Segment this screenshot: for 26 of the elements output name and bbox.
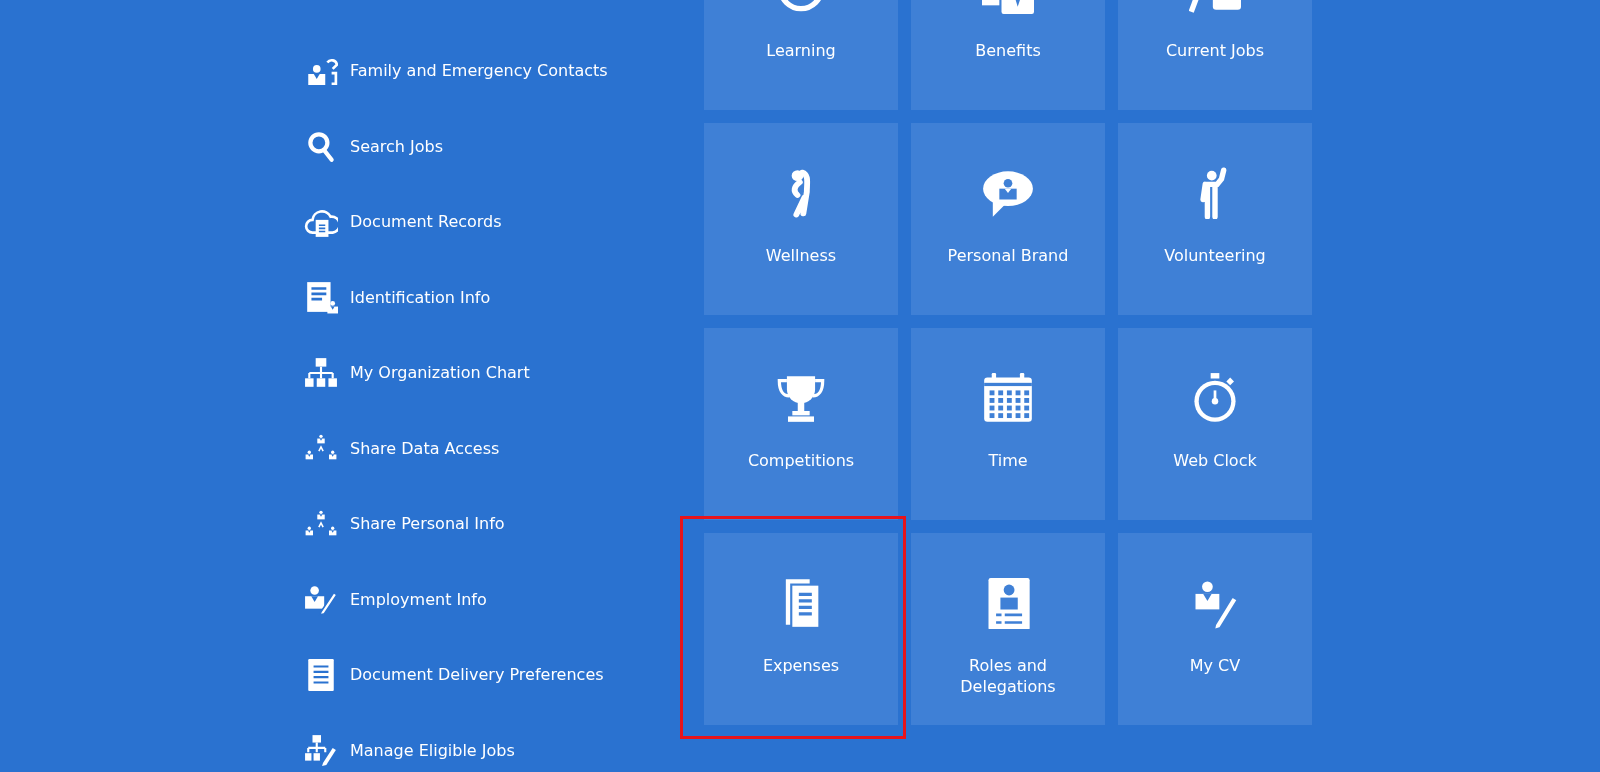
org-chart-pencil-icon [304, 733, 338, 768]
menu-link[interactable]: Identification Info [350, 287, 491, 307]
menu-link[interactable]: Share Data Access [350, 438, 500, 458]
menu-link[interactable]: Family and Emergency Contacts [350, 61, 608, 81]
menu-link[interactable]: Manage Eligible Jobs [350, 740, 515, 760]
app-tile[interactable]: Roles and Delegations [911, 533, 1105, 725]
menu-link[interactable]: Document Delivery Preferences [350, 665, 604, 685]
menu-link[interactable]: My Organization Chart [350, 363, 530, 383]
id-document-icon [304, 280, 338, 315]
app-tile[interactable]: Current Jobs [1118, 0, 1312, 110]
app-tile[interactable]: My CV [1118, 533, 1312, 725]
app-tile[interactable]: Competitions [704, 328, 898, 520]
menu-link[interactable]: Document Records [350, 212, 502, 232]
app-tile[interactable]: Wellness [704, 123, 898, 315]
menu-link[interactable]: Share Personal Info [350, 514, 505, 534]
menu-link[interactable]: Search Jobs [350, 136, 444, 156]
app-tile[interactable]: Volunteering [1118, 123, 1312, 315]
app-tile[interactable]: Time [911, 328, 1105, 520]
app-tile[interactable]: Personal Brand [911, 123, 1105, 315]
org-chart-icon [304, 355, 338, 390]
app-tile[interactable]: Expenses [704, 533, 898, 725]
calendar-icon [982, 372, 1034, 424]
app-tile[interactable]: Web Clock [1118, 328, 1312, 520]
menu-link[interactable]: Employment Info [350, 589, 487, 609]
app-tile[interactable]: Benefits [911, 0, 1105, 110]
app-tile[interactable]: Learning [704, 0, 898, 110]
